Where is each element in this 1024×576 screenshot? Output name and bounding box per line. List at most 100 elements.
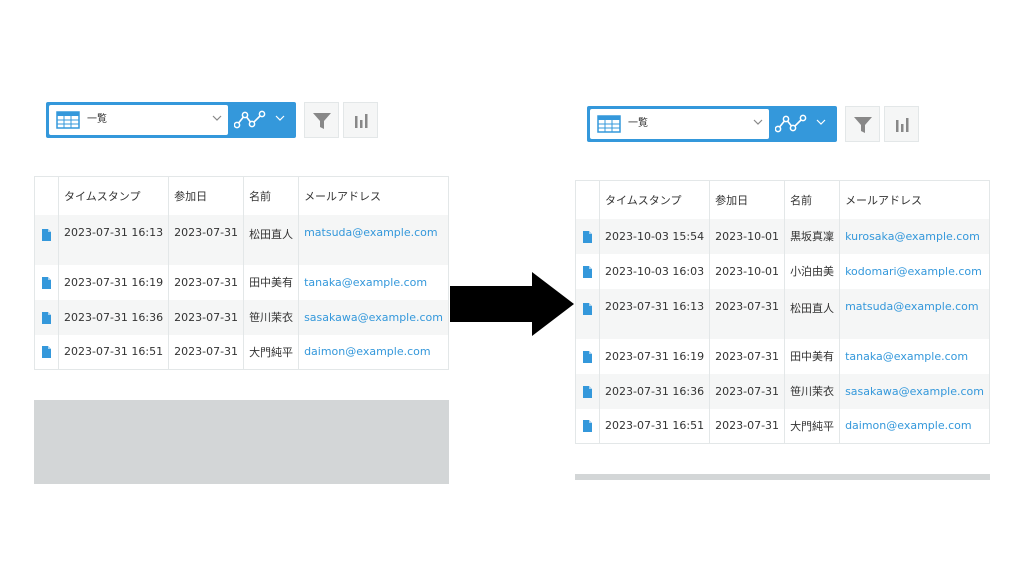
cell-date: 2023-10-01 [709, 253, 786, 289]
cell-email[interactable]: matsuda@example.com [298, 214, 449, 265]
column-header-date[interactable]: 参加日 [709, 180, 786, 219]
document-icon[interactable] [42, 346, 51, 359]
document-icon[interactable] [583, 265, 592, 278]
column-header-timestamp[interactable]: タイムスタンプ [58, 176, 170, 215]
cell-email[interactable]: tanaka@example.com [839, 338, 990, 374]
table-row: 2023-10-03 15:54 2023-10-01 黒坂真凜 kurosak… [575, 218, 990, 254]
cell-timestamp: 2023-10-03 16:03 [599, 253, 711, 289]
chevron-down-icon[interactable] [212, 114, 222, 122]
cell-email[interactable]: kurosaka@example.com [839, 218, 990, 254]
cell-email[interactable]: kodomari@example.com [839, 253, 990, 289]
view-dropdown[interactable]: 一覧 [49, 105, 228, 135]
view-toolbar: 一覧 [34, 102, 449, 138]
cell-name: 笹川茉衣 [243, 299, 300, 335]
cell-email[interactable]: daimon@example.com [298, 334, 449, 370]
records-table: タイムスタンプ 参加日 名前 メールアドレス 2023-07-31 16:13 … [34, 176, 449, 370]
graph-button[interactable] [884, 106, 919, 142]
cell-date: 2023-07-31 [709, 373, 786, 409]
view-toolbar: 一覧 [575, 106, 990, 142]
cell-date: 2023-07-31 [168, 334, 245, 370]
cell-email[interactable]: matsuda@example.com [839, 288, 990, 339]
cell-timestamp: 2023-07-31 16:51 [58, 334, 170, 370]
table-row: 2023-07-31 16:13 2023-07-31 松田直人 matsuda… [34, 214, 449, 265]
table-row: 2023-07-31 16:36 2023-07-31 笹川茉衣 sasakaw… [575, 373, 990, 409]
document-icon[interactable] [583, 385, 592, 398]
cell-name: 田中美有 [243, 264, 300, 300]
cell-timestamp: 2023-07-31 16:51 [599, 408, 711, 444]
graph-button[interactable] [343, 102, 378, 138]
view-dropdown[interactable]: 一覧 [590, 109, 769, 139]
column-header-date[interactable]: 参加日 [168, 176, 245, 215]
cell-date: 2023-07-31 [709, 288, 786, 339]
document-icon[interactable] [42, 228, 51, 241]
chevron-down-icon[interactable] [753, 118, 763, 126]
cell-date: 2023-07-31 [168, 264, 245, 300]
cell-date: 2023-07-31 [709, 408, 786, 444]
table-row: 2023-07-31 16:36 2023-07-31 笹川茉衣 sasakaw… [34, 299, 449, 335]
filter-button[interactable] [845, 106, 880, 142]
cell-name: 大門純平 [243, 334, 300, 370]
cell-name: 大門純平 [784, 408, 841, 444]
view-name: 一覧 [87, 114, 107, 125]
table-header: タイムスタンプ 参加日 名前 メールアドレス [575, 180, 990, 219]
cell-date: 2023-07-31 [168, 214, 245, 265]
table-row: 2023-10-03 16:03 2023-10-01 小泊由美 kodomar… [575, 253, 990, 289]
cell-email[interactable]: sasakawa@example.com [839, 373, 990, 409]
graph-icon[interactable] [234, 110, 266, 130]
cell-timestamp: 2023-07-31 16:36 [599, 373, 711, 409]
cell-date: 2023-10-01 [709, 218, 786, 254]
column-header-email[interactable]: メールアドレス [839, 180, 990, 219]
before-panel: 一覧 タイムスタンプ 参加日 名前 メールアドレス 2023-07-31 16:… [34, 102, 449, 484]
filter-button[interactable] [304, 102, 339, 138]
cell-email[interactable]: sasakawa@example.com [298, 299, 449, 335]
column-header-name[interactable]: 名前 [243, 176, 300, 215]
document-icon[interactable] [583, 350, 592, 363]
column-header-timestamp[interactable]: タイムスタンプ [599, 180, 711, 219]
table-row: 2023-07-31 16:19 2023-07-31 田中美有 tanaka@… [34, 264, 449, 300]
chevron-down-icon[interactable] [275, 114, 285, 122]
chevron-down-icon[interactable] [816, 118, 826, 126]
cell-timestamp: 2023-07-31 16:13 [599, 288, 711, 339]
empty-area [34, 400, 449, 484]
records-table: タイムスタンプ 参加日 名前 メールアドレス 2023-10-03 15:54 … [575, 180, 990, 444]
bar-chart-icon [896, 118, 909, 132]
bar-chart-icon [355, 114, 368, 128]
empty-area [575, 474, 990, 480]
document-icon[interactable] [583, 420, 592, 433]
table-row: 2023-07-31 16:51 2023-07-31 大門純平 daimon@… [575, 408, 990, 444]
column-header-email[interactable]: メールアドレス [298, 176, 449, 215]
graph-icon[interactable] [775, 114, 807, 134]
view-selector[interactable]: 一覧 [46, 102, 296, 138]
table-row: 2023-07-31 16:51 2023-07-31 大門純平 daimon@… [34, 334, 449, 370]
detail-column-header [34, 176, 59, 215]
table-row: 2023-07-31 16:19 2023-07-31 田中美有 tanaka@… [575, 338, 990, 374]
cell-timestamp: 2023-10-03 15:54 [599, 218, 711, 254]
document-icon[interactable] [583, 230, 592, 243]
table-row: 2023-07-31 16:13 2023-07-31 松田直人 matsuda… [575, 288, 990, 339]
filter-icon [313, 113, 331, 129]
after-panel: 一覧 タイムスタンプ 参加日 名前 メールアドレス 2023-10-03 15:… [575, 106, 990, 480]
view-name: 一覧 [628, 118, 648, 129]
cell-email[interactable]: daimon@example.com [839, 408, 990, 444]
document-icon[interactable] [583, 302, 592, 315]
document-icon[interactable] [42, 311, 51, 324]
cell-timestamp: 2023-07-31 16:19 [58, 264, 170, 300]
cell-timestamp: 2023-07-31 16:36 [58, 299, 170, 335]
arrow-right-icon [450, 272, 574, 336]
table-header: タイムスタンプ 参加日 名前 メールアドレス [34, 176, 449, 215]
document-icon[interactable] [42, 276, 51, 289]
cell-name: 松田直人 [243, 214, 300, 265]
cell-name: 田中美有 [784, 338, 841, 374]
cell-email[interactable]: tanaka@example.com [298, 264, 449, 300]
cell-name: 笹川茉衣 [784, 373, 841, 409]
cell-date: 2023-07-31 [168, 299, 245, 335]
table-icon [56, 111, 80, 129]
cell-timestamp: 2023-07-31 16:13 [58, 214, 170, 265]
cell-timestamp: 2023-07-31 16:19 [599, 338, 711, 374]
table-icon [597, 115, 621, 133]
detail-column-header [575, 180, 600, 219]
filter-icon [854, 117, 872, 133]
column-header-name[interactable]: 名前 [784, 180, 841, 219]
view-selector[interactable]: 一覧 [587, 106, 837, 142]
cell-name: 小泊由美 [784, 253, 841, 289]
